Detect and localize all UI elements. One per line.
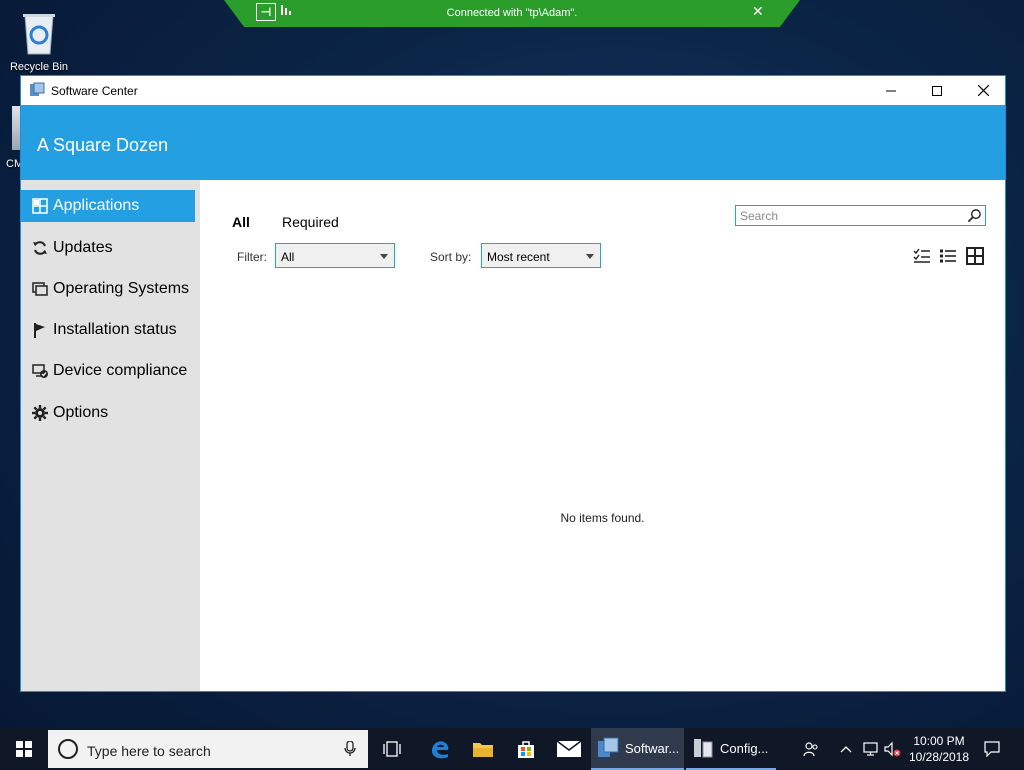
- taskbar-clock[interactable]: 10:00 PM 10/28/2018: [902, 733, 976, 765]
- close-icon: [977, 85, 989, 96]
- windows-logo-icon: [16, 741, 32, 757]
- taskbar: Type here to search Softwar... Config...…: [0, 728, 1024, 770]
- cm-desktop-icon[interactable]: CM: [4, 106, 23, 170]
- sidebar-item-label: Options: [53, 404, 109, 421]
- config-manager-icon: [694, 739, 713, 758]
- filter-value: All: [281, 250, 295, 264]
- people-button[interactable]: [798, 728, 824, 770]
- applications-icon: [31, 197, 49, 215]
- operating-systems-icon: [31, 280, 49, 298]
- sidebar-item-installation-status[interactable]: Installation status: [21, 314, 195, 346]
- volume-button[interactable]: [882, 728, 904, 770]
- filter-dropdown[interactable]: All: [275, 243, 395, 268]
- checklist-view-button[interactable]: [912, 246, 932, 266]
- sidebar-item-updates[interactable]: Updates: [21, 232, 195, 264]
- folder-icon: [473, 743, 493, 757]
- taskbar-app-label: Softwar...: [625, 740, 680, 756]
- network-button[interactable]: [860, 728, 882, 770]
- grid-view-icon: [966, 247, 984, 265]
- sidebar-item-operating-systems[interactable]: Operating Systems: [21, 273, 195, 305]
- filter-label: Filter:: [237, 250, 267, 264]
- main-content: All Required Filter: All Sort by: Most r…: [200, 180, 1005, 691]
- sidebar-item-label: Device compliance: [53, 362, 188, 379]
- software-center-taskbar-button[interactable]: Softwar...: [591, 728, 684, 770]
- sidebar-item-applications[interactable]: Applications: [21, 190, 195, 222]
- cortana-icon: [58, 739, 78, 759]
- search-input[interactable]: [736, 206, 964, 225]
- store-icon: [518, 741, 534, 758]
- taskbar-search-placeholder: Type here to search: [87, 743, 211, 759]
- list-view-button[interactable]: [938, 246, 958, 266]
- edge-icon: [432, 741, 449, 759]
- sidebar-item-label: Applications: [53, 197, 140, 214]
- clock-date: 10/28/2018: [908, 750, 970, 764]
- tab-all[interactable]: All: [232, 214, 250, 230]
- show-hidden-icons-button[interactable]: [836, 728, 856, 770]
- people-icon: [803, 742, 818, 757]
- empty-state-message: No items found.: [560, 511, 645, 525]
- taskbar-search-box[interactable]: Type here to search: [48, 730, 368, 768]
- notification-icon: [984, 741, 1000, 757]
- rdp-connection-bar: ⊣ Connected with "tp\Adam". ✕: [224, 0, 800, 27]
- org-banner: A Square Dozen: [21, 105, 1005, 180]
- window-title: Software Center: [51, 84, 138, 98]
- recycle-bin-desktop-icon[interactable]: Recycle Bin: [6, 8, 72, 73]
- store-taskbar-button[interactable]: [504, 728, 548, 770]
- taskbar-app-label: Config...: [720, 740, 769, 756]
- sort-dropdown[interactable]: Most recent: [481, 243, 601, 268]
- software-center-window: Software Center A Square Dozen Applicati…: [20, 75, 1006, 692]
- sidebar-item-label: Installation status: [53, 321, 177, 338]
- config-manager-taskbar-button[interactable]: Config...: [686, 728, 776, 770]
- title-bar[interactable]: Software Center: [21, 76, 1005, 105]
- search-icon[interactable]: [967, 208, 982, 223]
- network-icon: [863, 742, 878, 756]
- action-center-button[interactable]: [978, 728, 1006, 770]
- recycle-bin-label: Recycle Bin: [9, 61, 69, 73]
- close-button[interactable]: [960, 76, 1006, 105]
- software-center-icon: [598, 737, 619, 757]
- list-view-icon: [940, 249, 956, 263]
- search-box: [735, 205, 986, 226]
- sidebar-item-label: Updates: [53, 239, 113, 256]
- tab-required[interactable]: Required: [282, 214, 339, 230]
- clock-time: 10:00 PM: [913, 734, 965, 748]
- tile-view-button[interactable]: [965, 246, 985, 266]
- rdp-connection-text: Connected with "tp\Adam".: [446, 7, 578, 19]
- chevron-down-icon: [586, 254, 594, 259]
- file-explorer-taskbar-button[interactable]: [461, 728, 505, 770]
- sidebar-item-options[interactable]: Options: [21, 397, 195, 429]
- rdp-close-icon[interactable]: ✕: [752, 3, 764, 20]
- updates-icon: [31, 239, 49, 257]
- software-center-app-icon: [30, 82, 45, 96]
- chevron-down-icon: [380, 254, 388, 259]
- org-name: A Square Dozen: [37, 135, 169, 155]
- mail-icon: [557, 741, 581, 757]
- start-button[interactable]: [0, 728, 48, 770]
- edge-taskbar-button[interactable]: [418, 728, 462, 770]
- flag-icon: [31, 321, 49, 339]
- chevron-up-icon: [840, 746, 852, 753]
- sidebar-item-device-compliance[interactable]: Device compliance: [21, 355, 195, 387]
- sort-value: Most recent: [487, 250, 550, 264]
- microphone-icon[interactable]: [344, 741, 356, 757]
- minimize-button[interactable]: [868, 76, 914, 105]
- sidebar-item-label: Operating Systems: [53, 280, 190, 297]
- minimize-icon: [886, 90, 896, 91]
- maximize-button[interactable]: [914, 76, 960, 105]
- task-view-icon: [383, 741, 401, 757]
- mail-taskbar-button[interactable]: [547, 728, 591, 770]
- maximize-icon: [932, 85, 942, 96]
- checklist-view-icon: [913, 248, 930, 263]
- sidebar: Applications Updates Operating Systems I…: [21, 180, 200, 691]
- task-view-button[interactable]: [370, 728, 414, 770]
- gear-icon: [31, 404, 49, 422]
- sort-label: Sort by:: [430, 250, 472, 264]
- volume-muted-icon: [884, 741, 901, 757]
- device-compliance-icon: [31, 362, 49, 380]
- recycle-bin-icon: [23, 14, 55, 55]
